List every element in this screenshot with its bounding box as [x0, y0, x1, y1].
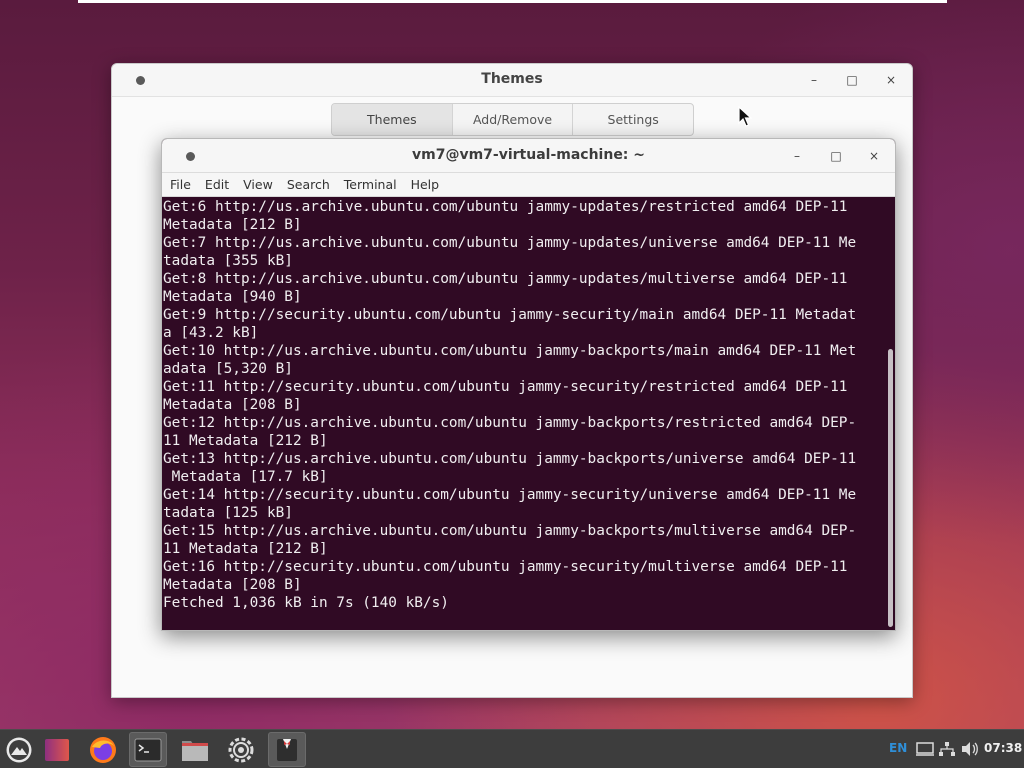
app-menu-button[interactable]: [0, 732, 38, 767]
folder-icon: [182, 740, 208, 761]
firefox-launcher[interactable]: [84, 732, 122, 767]
terminal-line: Get:11 http://security.ubuntu.com/ubuntu…: [163, 379, 848, 395]
minimize-button[interactable]: –: [804, 70, 824, 90]
terminal-line: Get:14 http://security.ubuntu.com/ubuntu…: [163, 487, 857, 503]
menu-terminal[interactable]: Terminal: [344, 177, 397, 192]
settings-launcher[interactable]: [222, 732, 260, 767]
tab-add-remove[interactable]: Add/Remove: [453, 104, 574, 135]
terminal-line: Metadata [17.7 kB]: [163, 469, 328, 485]
terminal-line: Get:15 http://us.archive.ubuntu.com/ubun…: [163, 523, 857, 539]
terminal-line: Fetched 1,036 kB in 7s (140 kB/s): [163, 595, 449, 611]
terminal-line: tadata [125 kB]: [163, 505, 293, 521]
terminal-line: Metadata [212 B]: [163, 217, 302, 233]
taskbar: EN 07:38: [0, 729, 1024, 768]
terminal-titlebar[interactable]: vm7@vm7-virtual-machine: ~ – □ ×: [162, 139, 895, 173]
tab-settings[interactable]: Settings: [573, 104, 693, 135]
terminal-line: tadata [355 kB]: [163, 253, 293, 269]
themes-titlebar[interactable]: Themes – □ ×: [112, 64, 912, 97]
terminal-line: Metadata [940 B]: [163, 289, 302, 305]
terminal-line: Metadata [208 B]: [163, 397, 302, 413]
terminal-line: Get:9 http://security.ubuntu.com/ubuntu …: [163, 307, 857, 323]
menu-view[interactable]: View: [243, 177, 273, 192]
themes-taskbar-button[interactable]: [268, 732, 306, 767]
volume-icon[interactable]: [960, 741, 980, 757]
ubuntu-mountain-icon: [6, 737, 32, 762]
themes-window-title: Themes: [481, 71, 543, 87]
terminal-line: adata [5,320 B]: [163, 361, 293, 377]
terminal-line: Get:12 http://us.archive.ubuntu.com/ubun…: [163, 415, 857, 431]
terminal-window: vm7@vm7-virtual-machine: ~ – □ × File Ed…: [161, 138, 896, 631]
menu-file[interactable]: File: [170, 177, 191, 192]
gear-icon: [228, 737, 254, 762]
terminal-output[interactable]: Get:6 http://us.archive.ubuntu.com/ubunt…: [162, 198, 895, 630]
themes-tab-bar: Themes Add/Remove Settings: [331, 103, 694, 136]
top-window-edge: [78, 0, 947, 3]
terminal-line: Get:13 http://us.archive.ubuntu.com/ubun…: [163, 451, 857, 467]
terminal-menubar: File Edit View Search Terminal Help: [162, 173, 895, 197]
maximize-button[interactable]: □: [842, 70, 862, 90]
terminal-scrollbar[interactable]: [888, 349, 893, 627]
mouse-pointer-icon: [738, 106, 752, 127]
terminal-minimize-button[interactable]: –: [787, 146, 807, 166]
terminal-line: Get:16 http://security.ubuntu.com/ubuntu…: [163, 559, 848, 575]
terminal-line: Get:7 http://us.archive.ubuntu.com/ubunt…: [163, 235, 857, 251]
menu-search[interactable]: Search: [287, 177, 330, 192]
terminal-line: Get:10 http://us.archive.ubuntu.com/ubun…: [163, 343, 857, 359]
terminal-maximize-button[interactable]: □: [826, 146, 846, 166]
terminal-window-title: vm7@vm7-virtual-machine: ~: [411, 147, 646, 163]
terminal-icon: [134, 738, 162, 761]
clock[interactable]: 07:38: [984, 741, 1022, 755]
terminal-line: Get:8 http://us.archive.ubuntu.com/ubunt…: [163, 271, 848, 287]
menu-edit[interactable]: Edit: [205, 177, 229, 192]
terminal-line: 11 Metadata [212 B]: [163, 433, 328, 449]
show-desktop-icon: [45, 738, 69, 761]
terminal-close-button[interactable]: ×: [864, 146, 884, 166]
close-button[interactable]: ×: [881, 70, 901, 90]
show-desktop-button[interactable]: [38, 732, 76, 767]
terminal-line: Metadata [208 B]: [163, 577, 302, 593]
tuxedo-icon: [277, 738, 297, 761]
terminal-line: Get:6 http://us.archive.ubuntu.com/ubunt…: [163, 199, 848, 215]
menu-help[interactable]: Help: [411, 177, 440, 192]
files-launcher[interactable]: [176, 732, 214, 767]
firefox-icon: [90, 736, 116, 763]
keyboard-layout-indicator[interactable]: EN: [889, 741, 907, 755]
terminal-line: a [43.2 kB]: [163, 325, 259, 341]
terminal-line: 11 Metadata [212 B]: [163, 541, 328, 557]
display-icon[interactable]: [916, 742, 934, 756]
terminal-taskbar-button[interactable]: [129, 732, 167, 767]
tab-themes[interactable]: Themes: [332, 104, 453, 135]
network-icon[interactable]: [938, 741, 956, 757]
